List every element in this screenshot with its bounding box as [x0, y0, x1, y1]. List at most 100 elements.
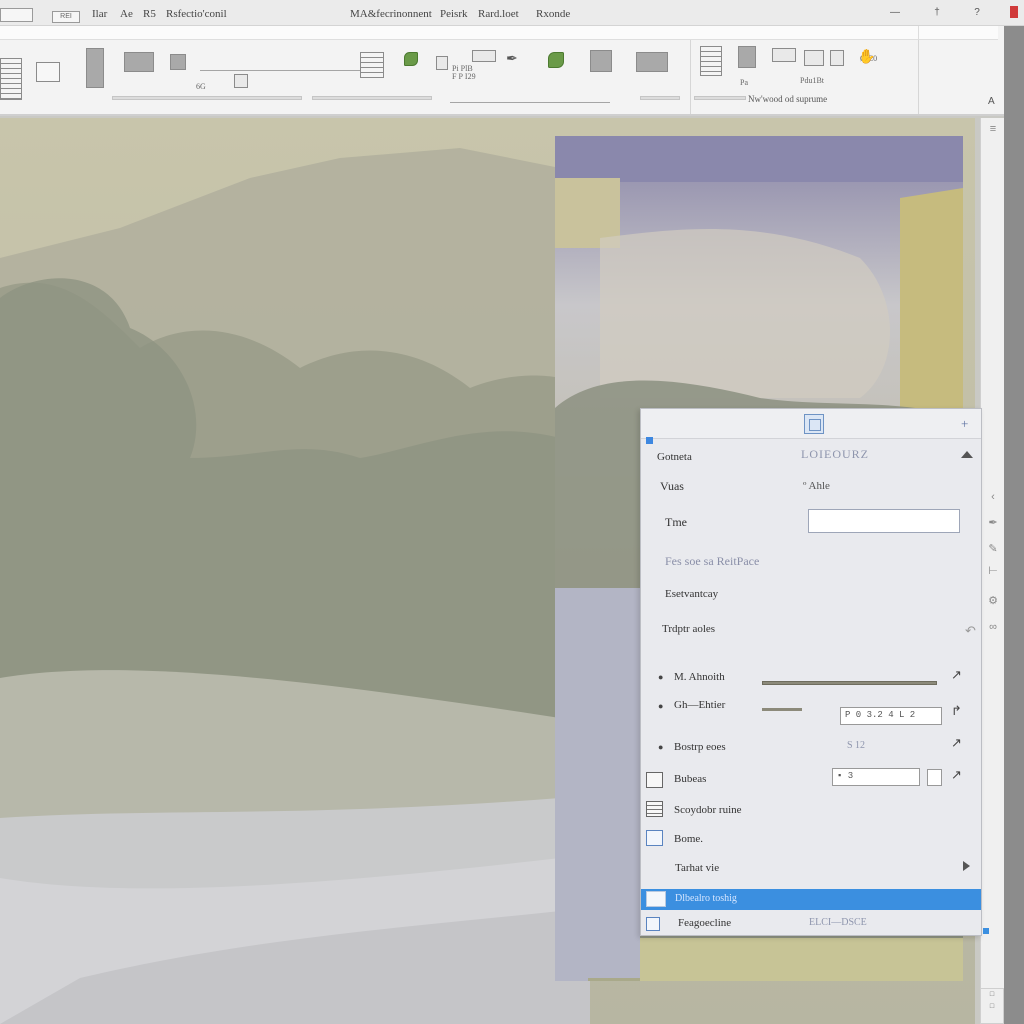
table-icon[interactable] [0, 58, 22, 100]
reset-icon[interactable]: ↶ [965, 623, 976, 639]
selection-handle [983, 928, 989, 934]
ruler-icon[interactable] [472, 50, 496, 62]
property-label: Gotneta [657, 451, 692, 463]
title-bar: REI Ilar Ae R5 Rsfectio'conil MA&fecrino… [0, 0, 1024, 26]
list-icon[interactable] [360, 52, 384, 78]
properties-panel: + Gotneta LOIEOURZ Vuas º Ahle Tme Fes s… [640, 408, 982, 936]
value-input[interactable]: ▪ 3 [832, 768, 920, 786]
property-label: Trdptr aoles [662, 623, 716, 635]
document-tab[interactable]: REI [52, 11, 80, 23]
property-label: Esetvantcay [665, 588, 719, 600]
ribbon-label: F P I29 [452, 72, 476, 81]
opacity-slider[interactable] [762, 681, 937, 685]
plant-icon[interactable] [548, 52, 564, 68]
link-icon[interactable]: ∞ [985, 620, 1001, 634]
selected-item[interactable]: Dlbealro toshig [641, 889, 981, 910]
property-label: Fes soe sa ReitPace [665, 554, 760, 568]
crop-icon[interactable] [170, 54, 186, 70]
photo-icon[interactable] [590, 50, 612, 72]
ribbon-tab[interactable]: MA&fecrinonnent [350, 8, 432, 20]
item-label[interactable]: Scoydobr ruine [674, 804, 742, 816]
menu-item[interactable]: Ae [120, 8, 133, 20]
gear-icon[interactable]: ⚙ [985, 594, 1001, 608]
item-label[interactable]: Bome. [674, 833, 703, 845]
ribbon-label: Pa [740, 78, 748, 87]
zoom-control[interactable]: □ □ [980, 988, 1004, 1024]
property-label: Tme [665, 515, 687, 529]
align-icon[interactable]: ⊢ [985, 564, 1001, 578]
slider-track[interactable] [112, 96, 302, 100]
collapse-icon[interactable] [961, 451, 973, 458]
close-button[interactable] [1010, 6, 1018, 18]
pencil-icon[interactable]: ✎ [985, 542, 1001, 556]
ribbon-toolbar: ✒ 6G Pi PlB F P I29 Pa Ø C0 Pdu1Bt ✋ Nw'… [0, 26, 1024, 116]
pin-icon[interactable] [804, 414, 824, 434]
shape-icon[interactable] [234, 74, 248, 88]
app-menu-icon[interactable] [0, 8, 33, 22]
hist-icon[interactable] [830, 50, 844, 66]
help-button[interactable]: ? [970, 6, 984, 20]
image-icon[interactable] [124, 52, 154, 72]
small-box-icon[interactable] [436, 56, 448, 70]
slider-track[interactable] [640, 96, 680, 100]
list-icon[interactable] [646, 801, 663, 817]
filter-slider[interactable] [762, 708, 802, 711]
ribbon-search-box[interactable] [918, 26, 998, 40]
panel-close-icon[interactable]: + [961, 416, 968, 432]
control-value: S 12 [847, 740, 866, 751]
band-icon[interactable] [772, 48, 796, 62]
leaf-icon[interactable] [404, 52, 418, 66]
ribbon-caption: Nw'wood od suprume [748, 94, 828, 104]
expand-arrow-icon[interactable]: ↗ [951, 667, 962, 683]
control-label: Gh—Ehtier [674, 699, 726, 711]
gallery-icon[interactable] [636, 52, 668, 72]
corner-marker [646, 437, 653, 444]
expand-arrow-icon[interactable]: ↗ [951, 767, 962, 783]
expand-arrow-icon[interactable]: ↱ [951, 703, 962, 719]
expand-arrow-icon[interactable]: ↗ [951, 735, 962, 751]
item-label[interactable]: Feagoecline [678, 917, 731, 929]
brush-icon[interactable]: ✒ [506, 50, 526, 70]
restore-button[interactable]: † [930, 6, 944, 20]
minimize-button[interactable]: — [888, 6, 902, 20]
ribbon-tab[interactable]: Rxonde [536, 8, 570, 20]
ribbon-tab[interactable]: Rard.loet [478, 8, 519, 20]
frame-icon[interactable] [646, 917, 660, 931]
layer-icon[interactable] [646, 772, 663, 788]
frame-icon[interactable] [36, 62, 60, 82]
scrollbar[interactable] [1004, 26, 1024, 1024]
selected-item-label: Dlbealro toshig [675, 893, 737, 904]
ribbon-label: 6G [196, 82, 206, 91]
ribbon-collapse-icon[interactable]: A [988, 96, 995, 107]
slider-track[interactable] [694, 96, 746, 100]
chart-icon[interactable] [700, 46, 722, 76]
ribbon-strip [0, 26, 998, 40]
grid-icon[interactable] [927, 769, 942, 786]
hand-icon[interactable]: ✋ [858, 48, 875, 66]
submenu-arrow-icon[interactable] [963, 861, 970, 871]
bullet-icon: ● [658, 672, 664, 682]
name-field[interactable] [808, 509, 960, 533]
item-label[interactable]: Tarhat vie [675, 862, 719, 874]
arrow-icon[interactable]: ‹ [985, 490, 1001, 504]
figure-icon[interactable] [86, 48, 104, 88]
ruler-icon[interactable]: ≡ [985, 122, 1001, 136]
box-icon[interactable] [646, 830, 663, 846]
property-value: º Ahle [803, 480, 830, 492]
pen-icon[interactable]: ✒ [985, 516, 1001, 530]
menu-item[interactable]: Ilar [92, 8, 107, 20]
image-icon [646, 891, 666, 907]
binoculars-icon[interactable] [738, 46, 756, 68]
slider-track[interactable] [312, 96, 432, 100]
property-label: Vuas [660, 479, 684, 493]
property-value: LOIEOURZ [801, 447, 869, 461]
divider [450, 102, 610, 103]
menu-item[interactable]: R5 [143, 8, 156, 20]
group-separator [690, 40, 691, 114]
side-toolbar: ≡ ‹ ✒ ✎ ⊢ ⚙ ∞ [980, 118, 1004, 990]
value-input[interactable]: P 0 3.2 4 L 2 [840, 707, 942, 725]
ribbon-tab[interactable]: Peisrk [440, 8, 468, 20]
control-label: M. Ahnoith [674, 671, 725, 683]
graph-icon[interactable] [804, 50, 824, 66]
bullet-icon: ● [658, 742, 664, 752]
